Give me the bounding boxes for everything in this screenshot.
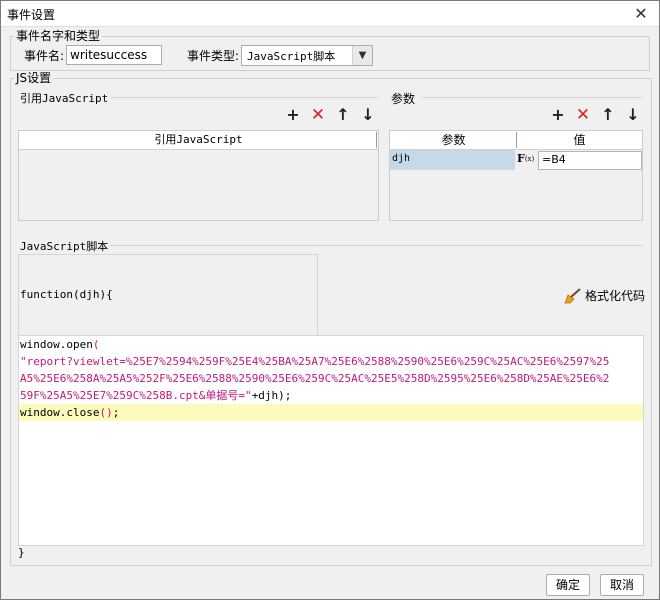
code-line: A5%25E6%258A%25A5%252F%25E6%2588%2590%25… [20, 372, 610, 385]
format-code-label: 格式化代码 [585, 289, 646, 303]
ref-js-column-header: 引用JavaScript [19, 131, 378, 150]
formula-fx-icon[interactable]: F(x) [517, 150, 534, 168]
code-line: window.open( [20, 338, 100, 351]
code-line: 59F%25A5%25E7%259C%258B.cpt&单据号="+djh); [20, 389, 292, 402]
title-bar: 事件设置 ✕ [1, 1, 659, 27]
js-settings-legend: JS设置 [14, 71, 54, 85]
ref-js-move-up-icon[interactable]: ↑ [334, 106, 352, 124]
params-table[interactable]: 参数 值 [389, 130, 643, 221]
event-name-input[interactable]: writesuccess [66, 45, 162, 65]
params-column-value-header: 值 [517, 131, 642, 150]
ref-js-move-down-icon[interactable]: ↓ [359, 106, 377, 124]
params-column-name-header: 参数 [390, 131, 517, 150]
event-name-type-legend: 事件名字和类型 [14, 29, 103, 43]
chevron-down-icon: ▼ [352, 46, 372, 65]
code-line-current: window.close(); [19, 404, 643, 421]
script-divider [110, 245, 643, 246]
param-move-up-icon[interactable]: ↑ [599, 106, 617, 124]
function-signature: function(djh){ [20, 288, 113, 301]
script-section-label: JavaScript脚本 [20, 240, 109, 253]
param-value-cell[interactable]: =B4 [538, 151, 642, 170]
event-type-select[interactable]: JavaScript脚本 ▼ [241, 45, 373, 66]
ref-js-add-icon[interactable]: + [284, 106, 302, 124]
ref-js-divider [111, 97, 379, 98]
event-type-value: JavaScript脚本 [247, 50, 336, 63]
params-section-label: 参数 [391, 92, 416, 106]
ref-js-delete-icon[interactable]: ✕ [309, 106, 327, 124]
function-closing-brace: } [18, 546, 25, 559]
params-divider [421, 97, 643, 98]
param-name-cell[interactable]: djh [390, 150, 515, 170]
ok-button[interactable]: 确定 [546, 574, 590, 596]
broom-icon [563, 287, 581, 304]
event-name-label: 事件名: [24, 49, 65, 63]
function-signature-box: function(djh){ [18, 254, 318, 336]
cancel-button[interactable]: 取消 [600, 574, 644, 596]
code-line: "report?viewlet=%25E7%2594%259F%25E4%25B… [20, 355, 610, 368]
close-icon[interactable]: ✕ [629, 3, 653, 25]
event-settings-dialog: 事件设置 ✕ 事件名字和类型 事件名: writesuccess 事件类型: J… [0, 0, 660, 600]
ref-js-column-separator [376, 132, 377, 148]
param-add-icon[interactable]: + [549, 106, 567, 124]
ref-js-section-label: 引用JavaScript [20, 92, 109, 105]
script-code-editor[interactable]: window.open( "report?viewlet=%25E7%2594%… [18, 335, 644, 546]
param-delete-icon[interactable]: ✕ [574, 106, 592, 124]
format-code-button[interactable]: 格式化代码 [563, 287, 645, 304]
window-title: 事件设置 [7, 8, 56, 22]
ref-js-table[interactable]: 引用JavaScript [18, 130, 379, 221]
param-move-down-icon[interactable]: ↓ [624, 106, 642, 124]
event-type-label: 事件类型: [187, 49, 240, 63]
